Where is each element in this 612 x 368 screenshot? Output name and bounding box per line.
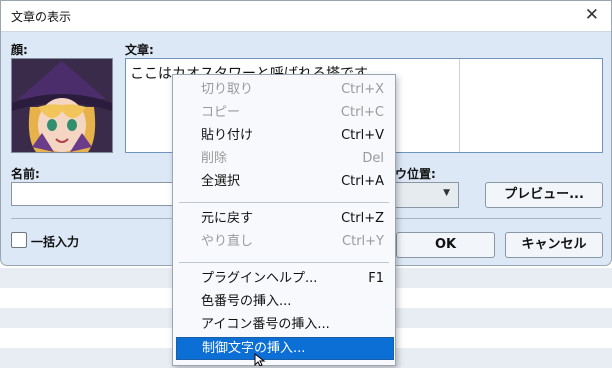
menu-item-paste[interactable]: 貼り付け Ctrl+V (176, 125, 392, 147)
line-width-guide (459, 59, 460, 152)
menu-item-label: やり直し (201, 234, 254, 249)
menu-item-select-all[interactable]: 全選択 Ctrl+A (176, 171, 392, 193)
menu-item-label: 切り取り (201, 82, 254, 97)
menu-item-label: 全選択 (201, 174, 241, 189)
batch-input-label: 一括入力 (31, 235, 80, 249)
mouse-pointer-icon (254, 353, 266, 366)
menu-item-insert-color[interactable]: 色番号の挿入... (176, 291, 392, 313)
menu-item-undo[interactable]: 元に戻す Ctrl+Z (176, 208, 392, 230)
menu-separator (179, 202, 389, 203)
menu-item-copy[interactable]: コピー Ctrl+C (176, 102, 392, 124)
chevron-down-icon: ▼ (443, 188, 450, 198)
text-label: 文章: (125, 43, 154, 57)
menu-item-label: 元に戻す (201, 211, 254, 226)
menu-item-cut[interactable]: 切り取り Ctrl+X (176, 79, 392, 101)
ok-button[interactable]: OK (396, 232, 495, 258)
menu-item-plugin-help[interactable]: プラグインヘルプ... F1 (176, 268, 392, 290)
face-label: 顔: (11, 43, 28, 57)
batch-input-checkbox[interactable] (11, 232, 27, 248)
menu-item-shortcut: Ctrl+X (341, 82, 384, 97)
menu-item-shortcut: Ctrl+V (341, 128, 384, 143)
menu-item-insert-icon[interactable]: アイコン番号の挿入... (176, 314, 392, 336)
menu-item-label: 色番号の挿入... (201, 294, 292, 309)
title-bar: 文章の表示 ✕ (1, 1, 611, 32)
face-image-frame[interactable] (11, 58, 113, 153)
window-position-select[interactable]: ▼ (393, 182, 459, 208)
menu-item-label: コピー (201, 105, 241, 120)
window-position-label: ウ位置: (395, 167, 436, 181)
menu-item-shortcut: Del (362, 151, 384, 166)
name-label: 名前: (11, 167, 40, 181)
menu-item-shortcut: Ctrl+C (340, 105, 384, 120)
context-menu: 切り取り Ctrl+X コピー Ctrl+C 貼り付け Ctrl+V 削除 De… (172, 74, 396, 366)
menu-item-shortcut: Ctrl+Z (341, 211, 384, 226)
menu-item-shortcut: F1 (368, 271, 384, 286)
menu-item-redo[interactable]: やり直し Ctrl+Y (176, 231, 392, 253)
menu-item-label: 削除 (201, 151, 228, 166)
menu-item-label: プラグインヘルプ... (201, 271, 318, 286)
face-portrait-image (12, 59, 112, 152)
menu-item-delete[interactable]: 削除 Del (176, 148, 392, 170)
menu-item-shortcut: Ctrl+Y (342, 234, 384, 249)
menu-item-shortcut: Ctrl+A (341, 174, 384, 189)
window-title: 文章の表示 (11, 10, 72, 24)
cancel-button[interactable]: キャンセル (505, 232, 603, 258)
menu-separator (179, 262, 389, 263)
menu-item-label: アイコン番号の挿入... (201, 317, 330, 332)
name-field[interactable] (11, 182, 178, 206)
menu-item-insert-control-char[interactable]: 制御文字の挿入... (176, 337, 394, 360)
close-icon[interactable]: ✕ (585, 5, 599, 25)
menu-item-label: 貼り付け (201, 128, 254, 143)
preview-button[interactable]: プレビュー... (485, 182, 603, 208)
